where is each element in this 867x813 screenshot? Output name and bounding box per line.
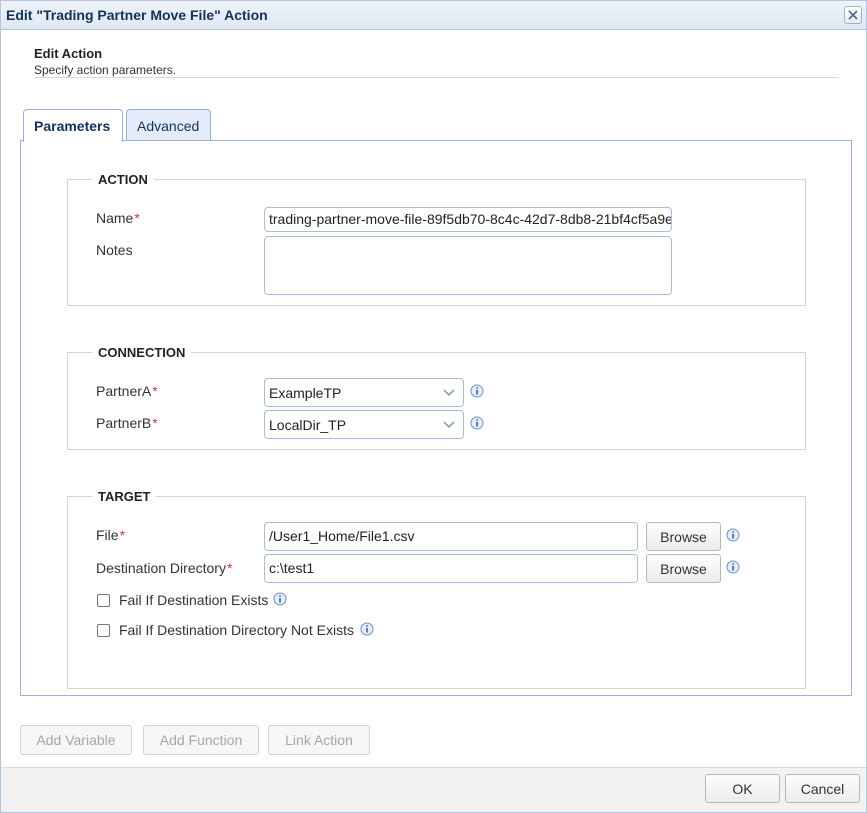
info-icon[interactable] bbox=[470, 384, 484, 398]
destination-directory-label: Destination Directory* bbox=[96, 560, 233, 576]
close-button[interactable] bbox=[844, 6, 862, 24]
section-title: Edit Action bbox=[34, 46, 103, 61]
target-group: TARGET bbox=[67, 489, 806, 689]
required-marker: * bbox=[134, 210, 140, 226]
tab-parameters[interactable]: Parameters bbox=[23, 109, 123, 142]
destination-directory-input[interactable]: c:\test1 bbox=[264, 554, 638, 583]
ok-button[interactable]: OK bbox=[705, 774, 780, 803]
add-variable-button[interactable]: Add Variable bbox=[20, 725, 132, 755]
link-action-button[interactable]: Link Action bbox=[268, 725, 370, 755]
partner-a-value: ExampleTP bbox=[269, 385, 342, 401]
edit-action-dialog: Edit "Trading Partner Move File" Action … bbox=[0, 0, 867, 813]
info-icon[interactable] bbox=[726, 560, 740, 574]
name-input[interactable]: trading-partner-move-file-89f5db70-8c4c-… bbox=[264, 207, 672, 232]
chevron-down-icon bbox=[435, 411, 463, 438]
info-icon[interactable] bbox=[273, 592, 287, 606]
required-marker: * bbox=[119, 527, 126, 543]
partner-b-label: PartnerB* bbox=[96, 415, 158, 431]
target-legend: TARGET bbox=[98, 489, 151, 504]
partner-b-value: LocalDir_TP bbox=[269, 417, 347, 433]
partner-a-select[interactable]: ExampleTP bbox=[264, 378, 464, 407]
partner-b-select[interactable]: LocalDir_TP bbox=[264, 410, 464, 439]
fail-if-destination-directory-not-exists-checkbox[interactable] bbox=[97, 624, 110, 637]
chevron-down-icon bbox=[435, 379, 463, 406]
file-browse-button[interactable]: Browse bbox=[646, 522, 721, 551]
tab-advanced[interactable]: Advanced bbox=[126, 109, 211, 141]
name-label: Name* bbox=[96, 210, 140, 226]
fail-if-destination-exists-checkbox[interactable] bbox=[97, 594, 110, 607]
destination-browse-button[interactable]: Browse bbox=[646, 554, 721, 583]
window-title: Edit "Trading Partner Move File" Action bbox=[6, 7, 268, 23]
divider bbox=[34, 77, 838, 78]
notes-label: Notes bbox=[96, 242, 133, 258]
file-label: File* bbox=[96, 527, 126, 543]
dialog-body: Edit Action Specify action parameters. P… bbox=[6, 31, 861, 767]
info-icon[interactable] bbox=[470, 416, 484, 430]
notes-textarea[interactable] bbox=[264, 236, 672, 295]
title-bar: Edit "Trading Partner Move File" Action bbox=[1, 1, 866, 30]
action-legend: ACTION bbox=[98, 172, 148, 187]
close-icon bbox=[848, 10, 858, 20]
file-input[interactable]: /User1_Home/File1.csv bbox=[264, 522, 638, 551]
required-marker: * bbox=[226, 560, 233, 576]
required-marker: * bbox=[152, 415, 158, 431]
partner-a-label: PartnerA* bbox=[96, 383, 158, 399]
fail-if-destination-directory-not-exists-label: Fail If Destination Directory Not Exists bbox=[119, 622, 354, 638]
cancel-button[interactable]: Cancel bbox=[785, 774, 860, 803]
required-marker: * bbox=[152, 383, 158, 399]
info-icon[interactable] bbox=[360, 622, 374, 636]
section-subtitle: Specify action parameters. bbox=[34, 63, 177, 77]
parameters-panel: ACTION Name* trading-partner-move-file-8… bbox=[20, 140, 852, 696]
add-function-button[interactable]: Add Function bbox=[143, 725, 259, 755]
info-icon[interactable] bbox=[726, 528, 740, 542]
fail-if-destination-exists-label: Fail If Destination Exists bbox=[119, 592, 269, 608]
connection-legend: CONNECTION bbox=[98, 345, 186, 360]
dialog-footer: OK Cancel bbox=[1, 767, 866, 812]
